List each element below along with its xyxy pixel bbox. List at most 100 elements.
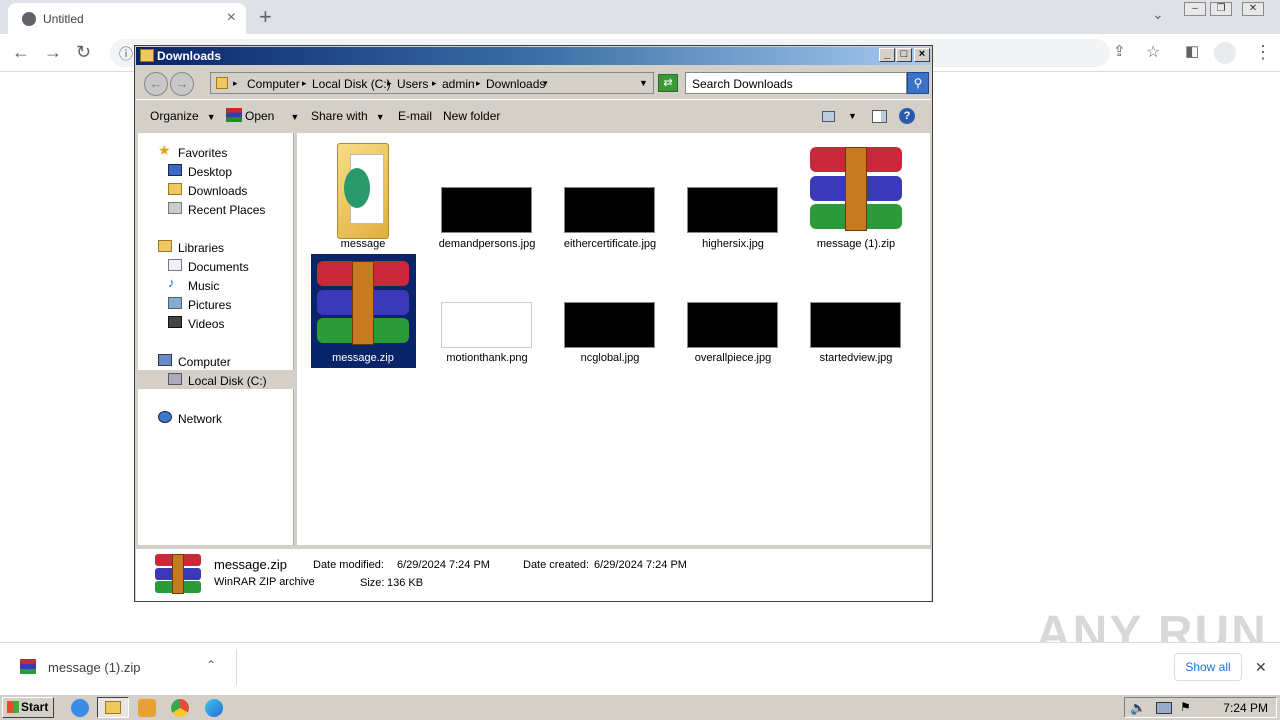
nav-videos[interactable]: Videos: [188, 317, 224, 331]
search-icon[interactable]: ⚲: [907, 72, 929, 94]
breadcrumb-separator[interactable]: ▸: [387, 78, 392, 89]
chevron-up-icon[interactable]: ⌃: [206, 658, 216, 672]
new-folder-button[interactable]: New folder: [443, 109, 500, 123]
back-arrow-icon[interactable]: ←: [12, 42, 30, 63]
share-icon[interactable]: ⇪: [1113, 42, 1126, 60]
pictures-icon: [168, 297, 182, 309]
nav-documents[interactable]: Documents: [188, 260, 249, 274]
organize-label: Organize: [150, 109, 199, 123]
open-button[interactable]: Open ▼: [245, 109, 299, 123]
close-button[interactable]: ×: [914, 48, 930, 62]
minimize-button[interactable]: _: [879, 48, 895, 62]
command-bar: Organize ▼ Open ▼ Share with ▼ E-mail New f…: [136, 99, 931, 132]
media-player-icon[interactable]: [138, 699, 156, 717]
file-item-archive-selected[interactable]: message.zip: [310, 254, 416, 366]
share-with-button[interactable]: Share with ▼: [311, 109, 385, 123]
explorer-address-bar[interactable]: ▸ Computer ▸ Local Disk (C:) ▸ Users ▸ a…: [210, 72, 654, 94]
reload-icon[interactable]: ↻: [76, 42, 91, 63]
edge-icon[interactable]: [205, 699, 223, 717]
open-label: Open: [245, 109, 275, 123]
nav-libraries[interactable]: Libraries: [178, 241, 224, 255]
file-label: message (1).zip: [816, 238, 896, 250]
image-thumbnail: [564, 187, 655, 233]
download-shelf: message (1).zip ⌃ Show all ✕: [0, 642, 1280, 692]
nav-local-disk[interactable]: Local Disk (C:): [188, 374, 267, 388]
breadcrumb-separator[interactable]: ▸: [302, 78, 307, 89]
view-dropdown-icon[interactable]: ▼: [848, 111, 857, 121]
downloads-folder-icon: [168, 183, 182, 195]
info-icon[interactable]: ⓘ: [119, 44, 133, 64]
forward-arrow-icon[interactable]: →: [44, 42, 62, 63]
show-all-button[interactable]: Show all: [1174, 653, 1242, 681]
explorer-taskbar-button[interactable]: [97, 697, 129, 718]
download-item-name[interactable]: message (1).zip: [48, 660, 140, 675]
file-item-image[interactable]: highersix.jpg: [680, 139, 786, 251]
breadcrumb-admin[interactable]: admin: [442, 77, 475, 91]
close-download-shelf-icon[interactable]: ✕: [1255, 659, 1267, 676]
back-button[interactable]: ←: [144, 72, 168, 96]
file-item-image[interactable]: startedview.jpg: [803, 254, 909, 366]
nav-recent-places[interactable]: Recent Places: [188, 203, 265, 217]
file-item-archive[interactable]: message (1).zip: [803, 139, 909, 251]
history-dropdown-icon[interactable]: ▼: [639, 78, 648, 88]
nav-favorites[interactable]: Favorites: [178, 146, 227, 160]
network-icon: [158, 411, 172, 423]
breadcrumb-separator[interactable]: ▸: [233, 78, 238, 89]
breadcrumb-computer[interactable]: Computer: [247, 77, 300, 91]
file-label: message: [340, 238, 386, 250]
chrome-icon[interactable]: [171, 699, 189, 717]
nav-computer[interactable]: Computer: [178, 355, 231, 369]
nav-music[interactable]: Music: [188, 279, 219, 293]
explorer-titlebar[interactable]: Downloads _ □ ×: [136, 47, 931, 65]
nav-downloads[interactable]: Downloads: [188, 184, 247, 198]
breadcrumb-separator[interactable]: ▾: [543, 78, 548, 89]
file-item-image[interactable]: overallpiece.jpg: [680, 254, 786, 366]
new-tab-button[interactable]: +: [259, 4, 272, 30]
preview-pane-icon[interactable]: [872, 110, 887, 123]
selected-file-type: WinRAR ZIP archive: [214, 576, 315, 588]
breadcrumb-downloads[interactable]: Downloads: [486, 77, 545, 91]
volume-icon[interactable]: 🔈: [1130, 700, 1146, 716]
file-list: message demandpersons.jpg eithercertific…: [297, 133, 930, 545]
bookmark-star-icon[interactable]: ☆: [1146, 42, 1160, 62]
file-label: eithercertificate.jpg: [563, 238, 657, 250]
view-options-icon[interactable]: [822, 111, 835, 122]
close-window-button[interactable]: ✕: [1242, 2, 1264, 16]
search-input[interactable]: Search Downloads: [685, 72, 907, 94]
network-status-icon[interactable]: [1156, 702, 1172, 714]
forward-button[interactable]: →: [170, 72, 194, 96]
tab-close-icon[interactable]: ×: [227, 9, 236, 27]
side-panel-icon[interactable]: ◧: [1185, 42, 1199, 60]
breadcrumb-separator[interactable]: ▸: [432, 78, 437, 89]
refresh-icon[interactable]: ⇄: [658, 74, 678, 92]
breadcrumb-separator[interactable]: ▸: [476, 78, 481, 89]
restore-window-button[interactable]: ❐: [1210, 2, 1232, 16]
clock[interactable]: 7:24 PM: [1223, 701, 1268, 715]
file-item-image[interactable]: demandpersons.jpg: [434, 139, 540, 251]
nav-network[interactable]: Network: [178, 412, 222, 426]
organize-button[interactable]: Organize ▼: [150, 109, 216, 123]
maximize-button[interactable]: □: [896, 48, 912, 62]
menu-kebab-icon[interactable]: ⋮: [1254, 42, 1272, 63]
tab-title: Untitled: [43, 12, 84, 26]
help-icon[interactable]: ?: [899, 108, 915, 124]
email-button[interactable]: E-mail: [398, 109, 432, 123]
nav-desktop[interactable]: Desktop: [188, 165, 232, 179]
file-item-image[interactable]: motionthank.png: [434, 254, 540, 366]
breadcrumb-local-disk[interactable]: Local Disk (C:): [312, 77, 391, 91]
minimize-window-button[interactable]: –: [1184, 2, 1206, 16]
breadcrumb-users[interactable]: Users: [397, 77, 428, 91]
tab-search-chevron-icon[interactable]: ⌄: [1152, 6, 1164, 23]
explorer-window: Downloads _ □ × ← → ▸ Computer ▸ Local D…: [134, 45, 933, 602]
nav-pictures[interactable]: Pictures: [188, 298, 231, 312]
file-item-image[interactable]: ncglobal.jpg: [557, 254, 663, 366]
file-item-folder-message[interactable]: message: [310, 139, 416, 251]
system-tray: 🔈 ⚑ 7:24 PM: [1124, 697, 1277, 718]
internet-explorer-icon[interactable]: [71, 699, 89, 717]
start-button[interactable]: Start: [2, 697, 54, 718]
local-disk-icon: [168, 373, 182, 385]
profile-avatar-icon[interactable]: [1214, 42, 1236, 64]
browser-tab[interactable]: Untitled ×: [8, 3, 246, 34]
action-center-flag-icon[interactable]: ⚑: [1180, 700, 1191, 714]
file-item-image[interactable]: eithercertificate.jpg: [557, 139, 663, 251]
